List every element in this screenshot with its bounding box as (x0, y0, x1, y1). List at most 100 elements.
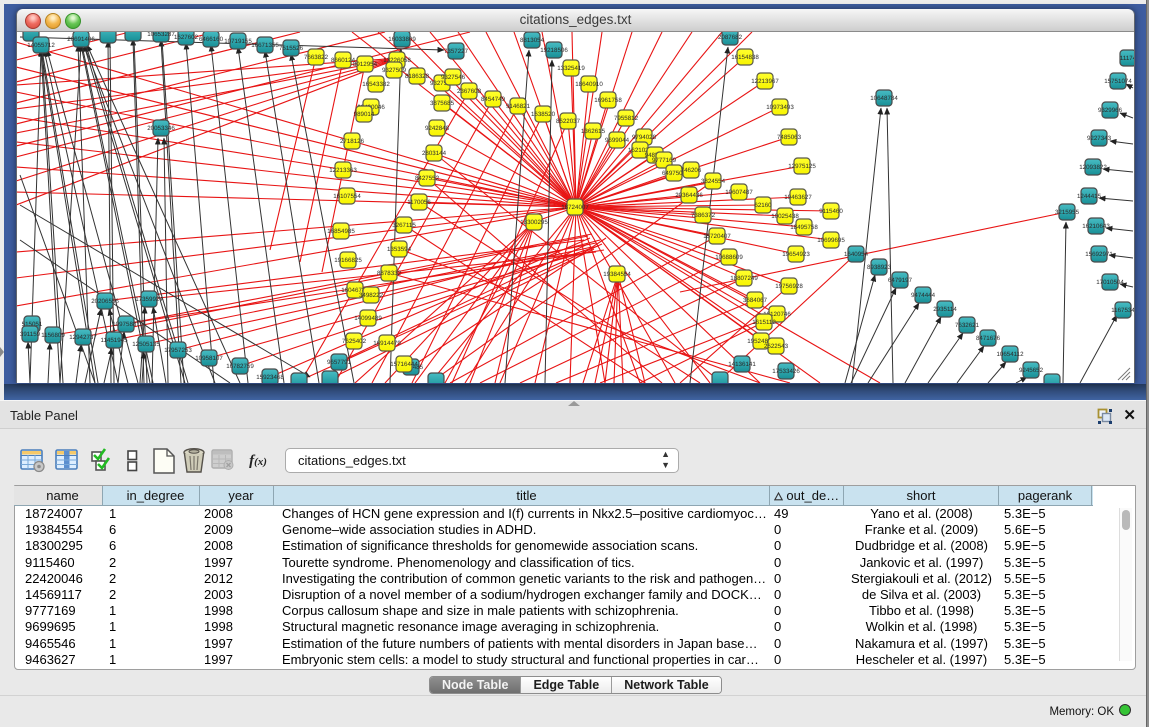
svg-text:8813054: 8813054 (520, 37, 545, 44)
svg-text:1167534: 1167534 (1111, 307, 1134, 314)
svg-text:15716444: 15716444 (390, 361, 418, 368)
svg-text:9115460: 9115460 (819, 208, 843, 215)
svg-text:18724007: 18724007 (561, 204, 589, 211)
svg-text:9794028: 9794028 (632, 134, 657, 141)
svg-text:20364436: 20364436 (675, 192, 703, 199)
svg-text:3215955: 3215955 (1055, 209, 1080, 216)
svg-text:7625402: 7625402 (342, 338, 367, 345)
svg-text:14055712: 14055712 (27, 42, 55, 49)
svg-text:9657791: 9657791 (327, 359, 352, 366)
svg-text:989014: 989014 (354, 111, 375, 118)
svg-text:2718126: 2718126 (340, 138, 365, 145)
svg-text:12505135: 12505135 (132, 341, 160, 348)
svg-text:10958107: 10958107 (195, 355, 223, 362)
svg-text:17957253: 17957253 (164, 347, 192, 354)
svg-text:9327509: 9327509 (382, 67, 407, 74)
svg-text:12093822: 12093822 (1079, 164, 1107, 171)
svg-text:10648784: 10648784 (870, 95, 898, 102)
svg-text:10654112: 10654112 (996, 351, 1024, 358)
svg-text:16543382: 16543382 (362, 81, 390, 88)
svg-text:16033809: 16033809 (388, 36, 416, 43)
svg-text:16107554: 16107554 (333, 193, 361, 200)
svg-text:7632621: 7632621 (955, 322, 980, 329)
svg-text:16154838: 16154838 (731, 54, 759, 61)
svg-text:8660124: 8660124 (331, 57, 356, 64)
svg-text:8912954: 8912954 (353, 61, 378, 68)
svg-text:15751074: 15751074 (1104, 78, 1132, 85)
svg-text:13325419: 13325419 (557, 65, 585, 72)
svg-text:10607487: 10607487 (725, 189, 753, 196)
svg-text:7386372: 7386372 (691, 212, 716, 219)
svg-text:20206556: 20206556 (91, 298, 119, 305)
svg-text:18807249: 18807249 (730, 275, 758, 282)
svg-text:1353594: 1353594 (387, 246, 412, 253)
svg-text:3267115: 3267115 (392, 222, 416, 229)
svg-text:2367608: 2367608 (457, 88, 482, 95)
svg-text:19166825: 19166825 (334, 257, 362, 264)
svg-text:17533426: 17533426 (772, 368, 800, 375)
svg-text:10653287: 10653287 (147, 32, 175, 38)
svg-text:62160: 62160 (754, 202, 772, 209)
svg-text:16914479: 16914479 (373, 340, 401, 347)
svg-text:9146821: 9146821 (506, 103, 531, 110)
svg-text:8938923: 8938923 (867, 264, 892, 271)
svg-text:16854985: 16854985 (327, 228, 355, 235)
svg-text:f(x): f(x) (249, 453, 267, 469)
svg-text:10699695: 10699695 (817, 237, 845, 244)
svg-text:9699044: 9699044 (605, 137, 630, 144)
svg-text:1538520: 1538520 (531, 111, 556, 118)
svg-text:2935114: 2935114 (933, 306, 957, 313)
svg-text:9227343: 9227343 (1087, 135, 1112, 142)
svg-text:11451945: 11451945 (100, 337, 128, 344)
svg-text:12942737: 12942737 (69, 334, 97, 341)
svg-text:17010504: 17010504 (1096, 279, 1124, 286)
svg-text:6479197: 6479197 (888, 277, 913, 284)
svg-text:19384554: 19384554 (603, 271, 631, 278)
svg-text:8186328: 8186328 (405, 73, 430, 80)
svg-text:10688609: 10688609 (715, 254, 743, 261)
svg-text:3684067: 3684067 (743, 297, 768, 304)
svg-text:11174: 11174 (1120, 55, 1134, 62)
svg-text:19756928: 19756928 (775, 283, 803, 290)
svg-text:7357227: 7357227 (444, 48, 469, 55)
svg-text:17359924: 17359924 (135, 296, 163, 303)
svg-text:8522037: 8522037 (556, 118, 581, 125)
svg-text:1170056: 1170056 (407, 199, 431, 206)
svg-text:8454749: 8454749 (481, 96, 506, 103)
svg-text:9474444: 9474444 (911, 292, 936, 299)
svg-text:9327546: 9327546 (441, 74, 466, 81)
svg-text:9777169: 9777169 (652, 157, 677, 164)
svg-text:16671355: 16671355 (251, 42, 279, 49)
svg-text:10975887: 10975887 (112, 321, 140, 328)
svg-text:3498222: 3498222 (359, 292, 384, 299)
svg-text:1527602: 1527602 (174, 34, 199, 41)
svg-text:7663822: 7663822 (304, 54, 329, 61)
svg-text:1362615: 1362615 (581, 128, 606, 135)
svg-text:9245652: 9245652 (1019, 367, 1044, 374)
svg-text:19654923: 19654923 (782, 251, 810, 258)
svg-text:1640954: 1640954 (844, 251, 869, 258)
svg-text:20691406: 20691406 (67, 36, 95, 43)
svg-text:15923468: 15923468 (256, 374, 284, 381)
svg-text:8471676: 8471676 (976, 335, 1001, 342)
svg-text:8878332: 8878332 (377, 270, 402, 277)
svg-text:19463627: 19463627 (784, 194, 812, 201)
svg-text:9329966: 9329966 (1098, 107, 1123, 114)
svg-text:12213363: 12213363 (329, 167, 357, 174)
svg-text:15720407: 15720407 (703, 233, 731, 240)
svg-text:14099489: 14099489 (354, 315, 382, 322)
svg-text:6466160: 6466160 (199, 36, 224, 43)
svg-text:2087682: 2087682 (718, 34, 743, 41)
svg-text:12213967: 12213967 (751, 78, 779, 85)
svg-text:10025438: 10025438 (771, 213, 799, 220)
svg-text:8427552: 8427552 (415, 175, 440, 182)
svg-text:18495758: 18495758 (790, 224, 818, 231)
svg-text:12975125: 12975125 (788, 163, 816, 170)
svg-text:7485063: 7485063 (777, 134, 802, 141)
svg-text:18640910: 18640910 (575, 81, 603, 88)
svg-text:16961758: 16961758 (594, 97, 622, 104)
svg-text:16782759: 16782759 (226, 363, 254, 370)
svg-text:19218506: 19218506 (540, 47, 568, 54)
svg-text:14136141: 14136141 (728, 361, 756, 368)
svg-text:3875685: 3875685 (430, 100, 455, 107)
